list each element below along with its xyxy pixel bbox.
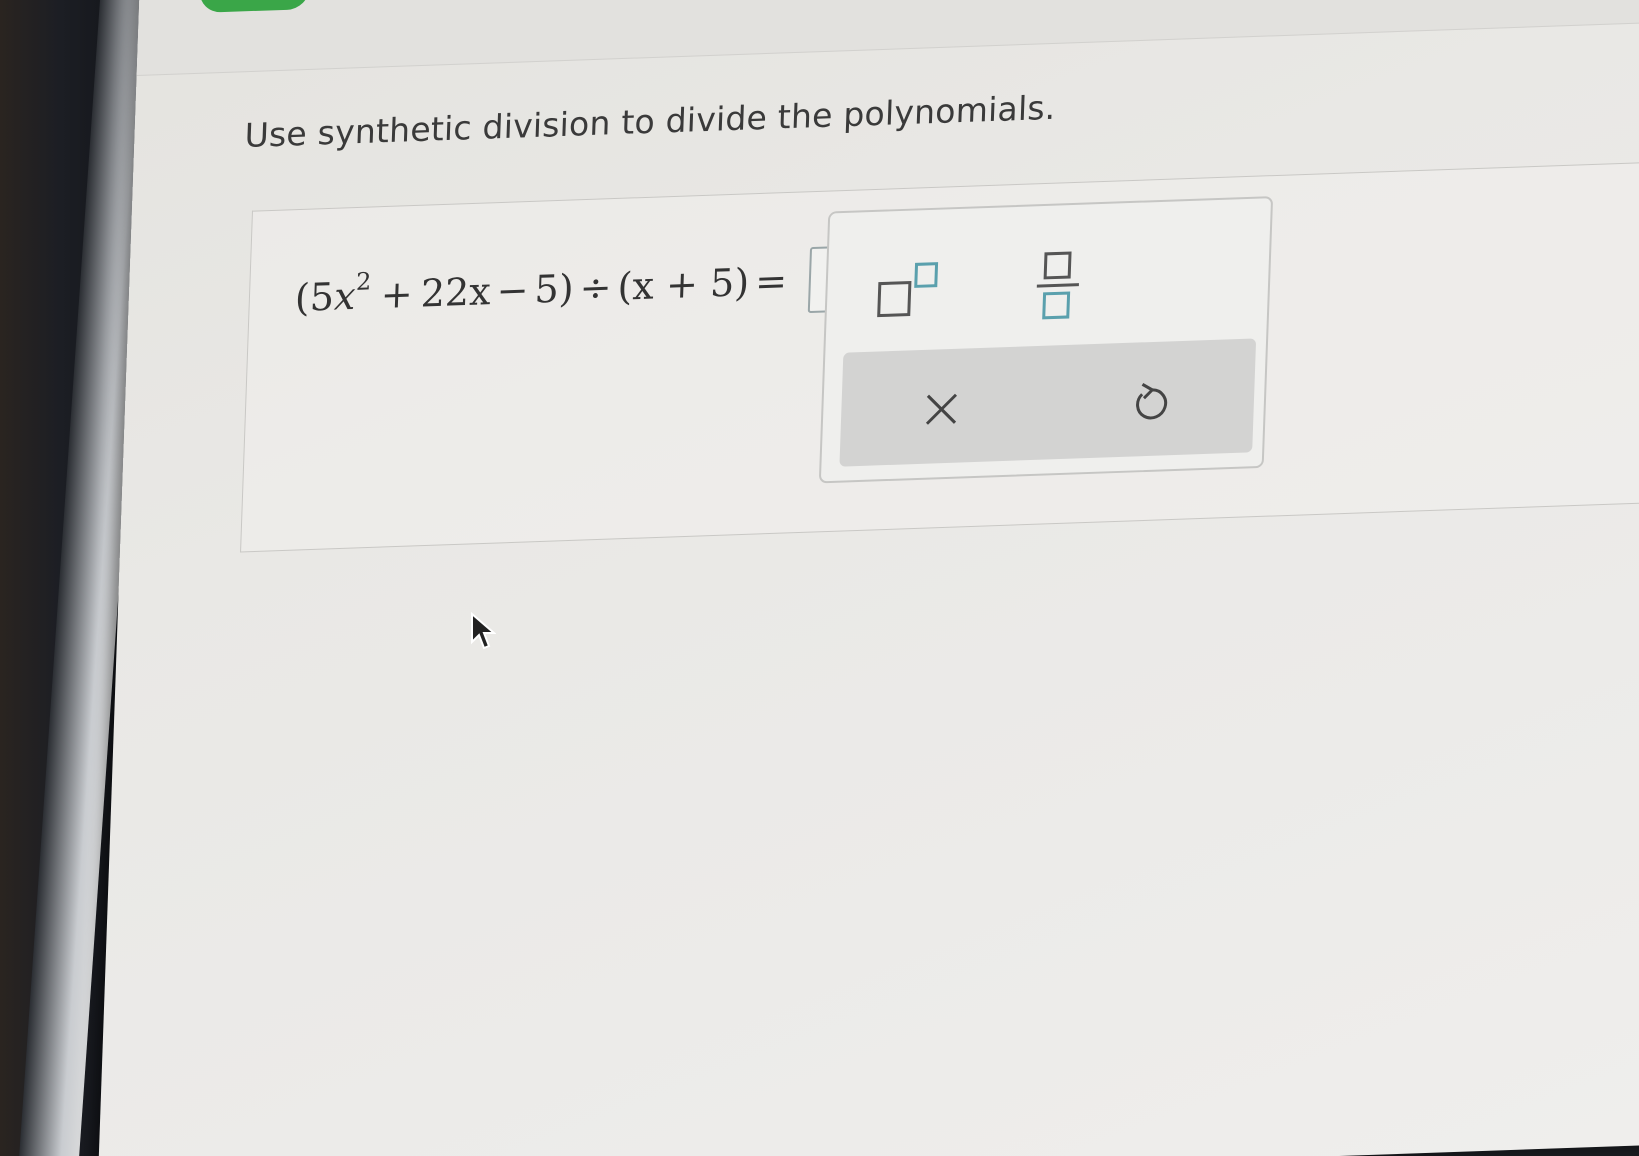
term3: 5 [533, 266, 560, 312]
top-toolbar [136, 0, 1639, 76]
minus-sign: − [495, 267, 530, 313]
undo-button[interactable] [1108, 361, 1191, 444]
polynomial-equation: ( 5 x 2 + 22x − 5 ) ÷ (x + 5) = [294, 245, 869, 331]
exponent-icon [877, 262, 939, 318]
open-paren: ( [294, 275, 311, 320]
screen: Use synthetic division to divide the pol… [97, 0, 1639, 1156]
close-paren: ) [558, 266, 575, 311]
plus-sign: + [380, 271, 414, 318]
term1-variable: x [333, 273, 357, 319]
palette-action-bar [839, 338, 1257, 467]
clear-icon [925, 393, 958, 425]
mouse-cursor-icon [471, 612, 496, 650]
term1-coefficient: 5 [309, 274, 335, 320]
exponent-button[interactable] [866, 249, 949, 332]
green-action-button[interactable] [198, 0, 311, 13]
fraction-button[interactable] [1016, 244, 1099, 327]
divide-sign: ÷ [578, 264, 613, 311]
equals-sign: = [754, 258, 788, 304]
term2: 22x [420, 269, 492, 316]
clear-button[interactable] [900, 368, 983, 451]
undo-icon [1136, 382, 1168, 420]
math-palette [818, 196, 1274, 484]
photo-scene: Use synthetic division to divide the pol… [0, 0, 1639, 1156]
question-instruction: Use synthetic division to divide the pol… [243, 87, 1057, 156]
fraction-icon [1036, 251, 1079, 320]
term1-exponent: 2 [355, 267, 372, 296]
question-panel: ( 5 x 2 + 22x − 5 ) ÷ (x + 5) = [240, 158, 1639, 553]
divisor: (x + 5) [616, 260, 750, 309]
